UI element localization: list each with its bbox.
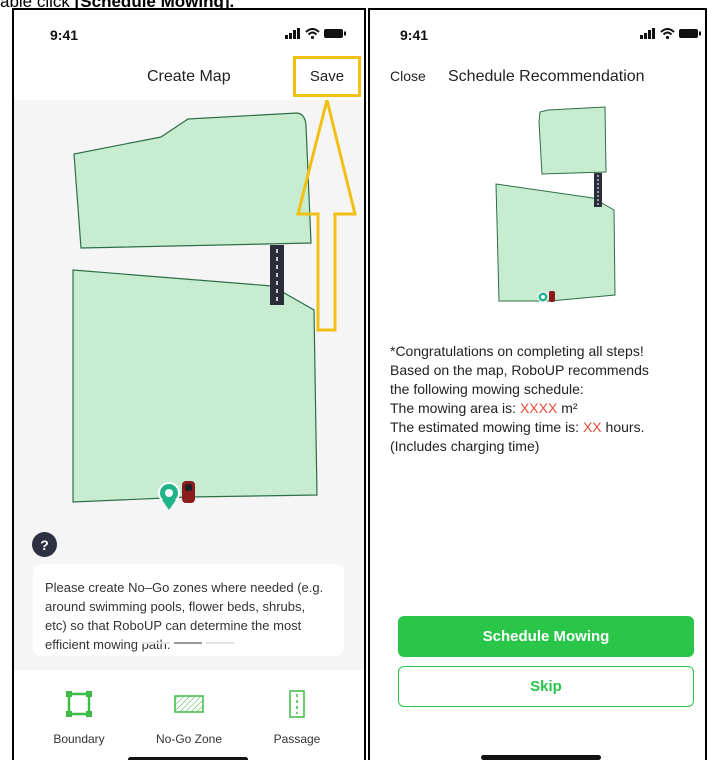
- status-bar: 9:41: [370, 24, 705, 44]
- status-icons: [640, 28, 701, 39]
- base-station-marker: [537, 291, 549, 303]
- status-bar: 9:41: [14, 24, 364, 44]
- rec-line: Based on the map, RoboUP recommends: [390, 362, 649, 378]
- tool-label: No-Go Zone: [155, 732, 223, 746]
- area-prefix: The mowing area is:: [390, 400, 520, 416]
- pager-dot-active: [174, 642, 202, 644]
- tool-label: Passage: [273, 732, 321, 746]
- area-value: XXXX: [519, 400, 558, 416]
- status-time: 9:41: [400, 27, 429, 43]
- charging-note: (Includes charging time): [390, 438, 540, 454]
- wifi-icon: [305, 28, 320, 39]
- status-time: 9:41: [50, 27, 79, 43]
- status-icons: [285, 28, 346, 39]
- mowing-time-line: The estimated mowing time is: XX hours.: [390, 418, 705, 437]
- schedule-recommendation-screen: 9:41 Close Schedule Recommendation *Cong…: [368, 8, 707, 760]
- pager-dots: [142, 642, 234, 644]
- area-unit: m²: [557, 400, 578, 416]
- rec-line: the following mowing schedule:: [390, 381, 584, 397]
- pager-dot: [206, 642, 234, 644]
- page-title: Create Map: [147, 68, 231, 85]
- wifi-icon: [660, 28, 675, 39]
- skip-button[interactable]: Skip: [398, 666, 694, 707]
- lawn-zone-upper: [538, 106, 607, 175]
- tool-passage[interactable]: Passage: [252, 690, 342, 746]
- passage-path: [594, 173, 602, 207]
- boundary-icon: [66, 691, 92, 717]
- passage-icon: [289, 690, 305, 718]
- time-suffix: hours.: [601, 419, 645, 435]
- rec-line: *Congratulations on completing all steps…: [390, 343, 644, 359]
- create-map-screen: 9:41 Create Map Save ? Please create No–…: [12, 8, 366, 760]
- home-indicator[interactable]: [481, 755, 601, 760]
- help-icon[interactable]: ?: [32, 532, 57, 557]
- map-toolbar: Boundary No-Go Zone Passage: [14, 672, 364, 760]
- schedule-mowing-button[interactable]: Schedule Mowing: [398, 616, 694, 657]
- battery-icon: [324, 29, 346, 38]
- battery-icon: [679, 29, 701, 38]
- tool-no-go-zone[interactable]: No-Go Zone: [144, 690, 234, 746]
- signal-icon: [640, 28, 655, 39]
- mower-icon: [549, 291, 555, 302]
- close-button[interactable]: Close: [390, 68, 426, 84]
- time-value: XX: [582, 419, 602, 435]
- time-prefix: The estimated mowing time is:: [390, 419, 583, 435]
- tool-label: Boundary: [53, 732, 105, 746]
- no-go-zone-icon: [174, 695, 204, 713]
- save-button[interactable]: Save: [293, 56, 361, 97]
- mowing-area-line: The mowing area is: XXXX m²: [390, 399, 705, 418]
- page-title: Schedule Recommendation: [448, 68, 645, 85]
- recommendation-text: *Congratulations on completing all steps…: [390, 342, 705, 456]
- signal-icon: [285, 28, 300, 39]
- map-preview: [495, 106, 616, 303]
- pager-dot: [142, 642, 170, 644]
- tool-boundary[interactable]: Boundary: [34, 690, 124, 746]
